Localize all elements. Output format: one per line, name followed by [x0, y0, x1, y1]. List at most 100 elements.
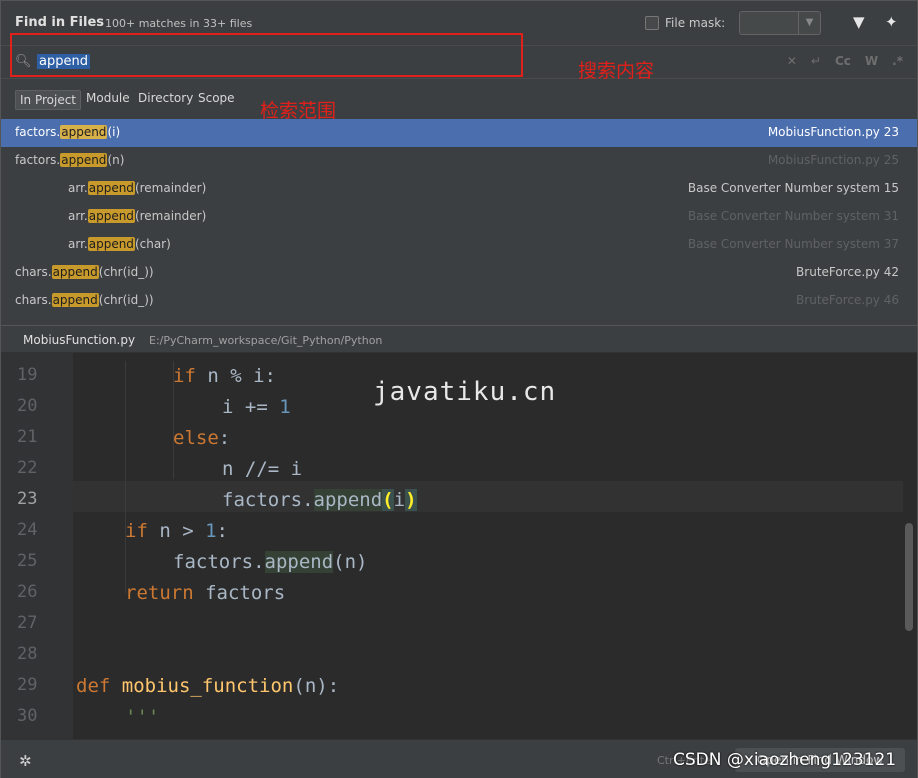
scope-tabs: In Project Module Directory Scope: [1, 79, 917, 119]
code-line: def mobius_function(n):: [76, 675, 340, 697]
results-list: factors.append(i) MobiusFunction.py 23 fac…: [1, 119, 917, 323]
result-match: append: [51, 293, 99, 307]
result-file: Base Converter Number system 37: [687, 237, 899, 251]
find-in-files-dialog: Find in Files 100+ matches in 33+ files …: [0, 0, 918, 778]
result-row[interactable]: chars.append(chr(id_)) BruteForce.py 46: [1, 287, 917, 315]
result-match: append: [87, 209, 135, 223]
code-line: factors.append(i): [222, 489, 417, 511]
line-number: 27: [17, 613, 38, 633]
line-number: 29: [17, 675, 38, 695]
result-code: arr.append(remainder): [68, 209, 206, 223]
result-code: chars.append(chr(id_)): [15, 265, 154, 279]
result-prefix: chars.: [15, 293, 52, 307]
line-number: 21: [17, 427, 38, 447]
result-file: BruteForce.py 42: [796, 265, 899, 279]
whole-word-toggle[interactable]: W: [865, 54, 878, 68]
tab-in-project[interactable]: In Project: [15, 90, 82, 110]
result-suffix: (remainder): [134, 209, 207, 223]
result-match: append: [51, 265, 99, 279]
dialog-footer: ✲ Ctrl+Enter Open in Find Window CSDN @x…: [1, 739, 917, 778]
line-number: 30: [17, 706, 38, 726]
clear-icon[interactable]: ✕: [787, 54, 797, 68]
line-number: 24: [17, 520, 38, 540]
line-number: 28: [17, 644, 38, 664]
regex-toggle[interactable]: .*: [892, 54, 903, 68]
result-code: factors.append(n): [15, 153, 124, 167]
result-file: Base Converter Number system 15: [687, 181, 899, 195]
newline-icon[interactable]: ↵: [811, 54, 821, 68]
line-number: 20: [17, 396, 38, 416]
current-line-highlight: [73, 481, 903, 512]
result-row[interactable]: chars.append(chr(id_)) BruteForce.py 42: [1, 259, 917, 287]
result-code: factors.append(i): [15, 125, 120, 139]
watermark-text: javatiku.cn: [373, 377, 557, 407]
file-mask-toggle[interactable]: File mask:: [645, 13, 725, 33]
result-prefix: arr.: [68, 209, 88, 223]
result-suffix: (chr(id_)): [98, 265, 154, 279]
credit-watermark: CSDN @xiaozheng123121: [673, 750, 897, 770]
result-file: MobiusFunction.py 23: [767, 125, 899, 139]
result-row[interactable]: arr.append(remainder) Base Converter Numb…: [1, 203, 917, 231]
result-suffix: (remainder): [134, 181, 207, 195]
code-line: i += 1: [222, 396, 291, 418]
tab-directory[interactable]: Directory: [138, 91, 193, 105]
code-line: ''': [125, 706, 160, 728]
vertical-scrollbar[interactable]: [905, 523, 913, 631]
file-mask-combo[interactable]: ▼: [739, 11, 821, 35]
result-code: arr.append(char): [68, 237, 171, 251]
line-number: 22: [17, 458, 38, 478]
result-match: append: [87, 237, 135, 251]
indent-guide: [125, 361, 126, 593]
code-preview[interactable]: 19 20 21 22 23 24 25 26 27 28 29 30 if n % i: i += …: [1, 353, 917, 739]
search-options: ✕ ↵ Cc W .*: [787, 54, 903, 68]
result-file: MobiusFunction.py 25: [767, 153, 899, 167]
result-row[interactable]: arr.append(char) Base Converter Number sy…: [1, 231, 917, 259]
code-line: if n % i:: [173, 365, 276, 387]
result-match: append: [60, 125, 108, 139]
result-code: arr.append(remainder): [68, 181, 206, 195]
match-case-toggle[interactable]: Cc: [835, 54, 851, 68]
code-line: n //= i: [222, 458, 303, 480]
result-suffix: (n): [107, 153, 125, 167]
result-suffix: (i): [107, 125, 121, 139]
line-gutter: 19 20 21 22 23 24 25 26 27 28 29 30: [1, 353, 73, 739]
line-number: 26: [17, 582, 38, 602]
line-number: 25: [17, 551, 38, 571]
result-row[interactable]: factors.append(i) MobiusFunction.py 23: [1, 119, 917, 147]
file-mask-label: File mask:: [665, 16, 726, 30]
gear-icon[interactable]: ✲: [19, 752, 32, 770]
result-row[interactable]: arr.append(remainder) Base Converter Numb…: [1, 175, 917, 203]
line-number: 19: [17, 365, 38, 385]
preview-file-path: E:/PyCharm_workspace/Git_Python/Python: [149, 334, 383, 347]
match-count: 100+ matches in 33+ files: [105, 17, 253, 30]
result-suffix: (char): [134, 237, 171, 251]
result-suffix: (chr(id_)): [98, 293, 154, 307]
result-file: BruteForce.py 46: [796, 293, 899, 307]
preview-path-bar: MobiusFunction.py E:/PyCharm_workspace/G…: [1, 325, 917, 353]
result-file: Base Converter Number system 31: [687, 209, 899, 223]
file-mask-checkbox[interactable]: [645, 16, 659, 30]
tab-module[interactable]: Module: [86, 91, 130, 105]
result-match: append: [87, 181, 135, 195]
code-line: factors.append(n): [173, 551, 368, 573]
pin-icon[interactable]: ✦: [885, 13, 898, 31]
result-prefix: factors.: [15, 125, 61, 139]
tab-scope[interactable]: Scope: [198, 91, 235, 105]
result-prefix: chars.: [15, 265, 52, 279]
preview-file-name: MobiusFunction.py: [23, 333, 136, 347]
search-highlight-box: [10, 33, 523, 77]
chevron-down-icon[interactable]: ▼: [798, 12, 820, 34]
code-line: if n > 1:: [125, 520, 228, 542]
result-code: chars.append(chr(id_)): [15, 293, 154, 307]
filter-icon[interactable]: ▼: [853, 13, 865, 31]
dialog-title: Find in Files: [15, 15, 105, 30]
result-match: append: [60, 153, 108, 167]
code-line: else:: [173, 427, 231, 449]
line-number: 23: [17, 489, 38, 509]
result-row[interactable]: factors.append(n) MobiusFunction.py 25: [1, 147, 917, 175]
result-prefix: arr.: [68, 181, 88, 195]
result-prefix: factors.: [15, 153, 61, 167]
search-annotation: 搜索内容: [578, 60, 655, 82]
scope-annotation: 检索范围: [260, 100, 337, 122]
code-line: return factors: [125, 582, 286, 604]
